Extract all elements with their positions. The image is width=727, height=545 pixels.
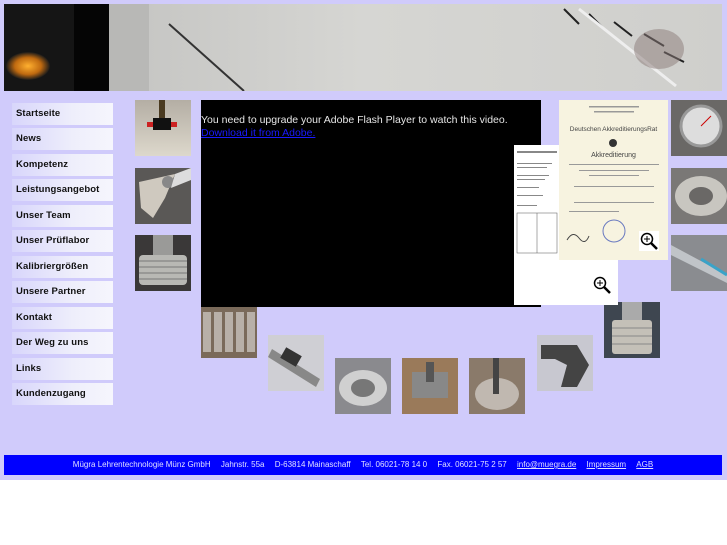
footer-city: D-63814 Mainaschaff xyxy=(274,460,351,469)
footer: Mügra Lehrentechnologie Münz GmbH Jahnst… xyxy=(4,455,722,475)
nav-item-kundenzugang[interactable]: Kundenzugang xyxy=(12,383,113,405)
thumbnail-ring-fixture[interactable] xyxy=(335,358,391,414)
footer-agb-link[interactable]: AGB xyxy=(636,460,653,469)
footer-fax: Fax. 06021-75 2 57 xyxy=(437,460,507,469)
nav-item-unser-prueflabor[interactable]: Unser Prüflabor xyxy=(12,230,113,252)
thumbnail-digital-caliper[interactable] xyxy=(268,335,324,391)
thumbnail-thread-plug[interactable] xyxy=(604,302,660,358)
footer-street: Jahnstr. 55a xyxy=(220,460,265,469)
thumbnail-gauge-blocks[interactable] xyxy=(201,302,257,358)
magnifier-plus-icon[interactable] xyxy=(639,231,659,251)
nav-item-links[interactable]: Links xyxy=(12,358,113,380)
nav-item-kalibriergroessen[interactable]: Kalibriergrößen xyxy=(12,256,113,278)
page: Startseite News Kompetenz Leistungsangeb… xyxy=(0,0,727,480)
footer-impressum-link[interactable]: Impressum xyxy=(587,460,627,469)
thumbnail-thread-gauge[interactable] xyxy=(135,235,191,291)
download-flash-link[interactable]: Download it from Adobe. xyxy=(201,127,315,139)
nav-item-kontakt[interactable]: Kontakt xyxy=(12,307,113,329)
nav-item-unser-team[interactable]: Unser Team xyxy=(12,205,113,227)
thumbnail-measuring-stand[interactable] xyxy=(402,358,458,414)
nav-item-startseite[interactable]: Startseite xyxy=(12,103,113,125)
footer-email-link[interactable]: info@muegra.de xyxy=(517,460,576,469)
nav-item-kompetenz[interactable]: Kompetenz xyxy=(12,154,113,176)
footer-phone: Tel. 06021-78 14 0 xyxy=(360,460,428,469)
magnifier-plus-icon[interactable] xyxy=(592,275,612,295)
header-banner-image xyxy=(4,4,722,91)
thumbnail-wrench-gauge[interactable] xyxy=(537,335,593,391)
thumbnail-feeler-gauges[interactable] xyxy=(135,168,191,224)
nav-item-unsere-partner[interactable]: Unsere Partner xyxy=(12,281,113,303)
thumbnail-caliper-tool[interactable] xyxy=(671,235,727,291)
flash-video-player[interactable]: You need to upgrade your Adobe Flash Pla… xyxy=(201,100,541,307)
thumbnail-bore-gauge[interactable] xyxy=(469,358,525,414)
nav-item-leistungsangebot[interactable]: Leistungsangebot xyxy=(12,179,113,201)
nav-item-der-weg-zu-uns[interactable]: Der Weg zu uns xyxy=(12,332,113,354)
accreditation-certificate[interactable]: Deutschen AkkreditierungsRat Akkreditier… xyxy=(559,100,668,260)
thumbnail-gauge-holder[interactable] xyxy=(135,100,191,156)
thumbnail-ring-gauge[interactable] xyxy=(671,168,727,224)
thumbnail-dial-indicator[interactable] xyxy=(671,100,727,156)
footer-company: Mügra Lehrentechnologie Münz GmbH xyxy=(72,460,211,469)
flash-upgrade-message: You need to upgrade your Adobe Flash Pla… xyxy=(201,114,508,126)
nav-item-news[interactable]: News xyxy=(12,128,113,150)
